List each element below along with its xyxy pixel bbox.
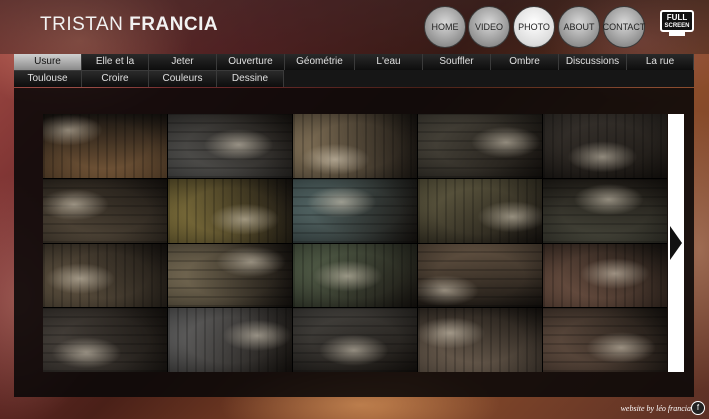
photo-thumbnail[interactable] xyxy=(543,114,667,178)
thumbnail-vignette xyxy=(43,114,167,178)
thumbnail-vignette xyxy=(168,243,292,308)
thumbnail-vignette xyxy=(43,243,167,308)
thumbnail-vignette xyxy=(543,308,667,372)
photo-thumbnail[interactable] xyxy=(168,308,292,372)
category-menu: Usure Elle et la Jeter Ouverture Géométr… xyxy=(14,54,694,87)
menu-item-usure[interactable]: Usure xyxy=(14,54,82,70)
nav-home-button[interactable]: HOME xyxy=(424,6,466,48)
f-logo-icon[interactable]: f xyxy=(691,401,705,415)
photo-thumbnail[interactable] xyxy=(418,243,542,308)
menu-item-toulouse[interactable]: Toulouse xyxy=(14,71,82,87)
fullscreen-label-top: FULL xyxy=(666,13,688,22)
photo-thumbnail[interactable] xyxy=(293,243,417,308)
menu-item-geometrie[interactable]: Géométrie xyxy=(285,54,355,70)
logo-first-name: TRISTAN xyxy=(40,14,124,35)
thumbnail-vignette xyxy=(543,243,667,308)
monitor-stand-icon xyxy=(669,32,685,36)
photo-thumbnail[interactable] xyxy=(418,308,542,372)
thumbnail-vignette xyxy=(293,178,417,243)
photo-thumbnail[interactable] xyxy=(543,308,667,372)
photo-thumbnail[interactable] xyxy=(43,243,167,308)
photo-thumbnail[interactable] xyxy=(418,114,542,178)
photo-thumbnail[interactable] xyxy=(43,178,167,243)
menu-item-elle-et-la[interactable]: Elle et la xyxy=(82,54,149,70)
menu-row-1: Usure Elle et la Jeter Ouverture Géométr… xyxy=(14,54,694,70)
thumbnail-vignette xyxy=(168,308,292,372)
menu-item-jeter[interactable]: Jeter xyxy=(149,54,217,70)
thumbnail-vignette xyxy=(418,178,542,243)
menu-item-souffler[interactable]: Souffler xyxy=(423,54,491,70)
thumbnail-vignette xyxy=(293,114,417,178)
nav-video-button[interactable]: VIDEO xyxy=(468,6,510,48)
header-bar: TRISTAN FRANCIA HOME VIDEO PHOTO ABOUT C… xyxy=(0,0,709,54)
photo-thumbnail[interactable] xyxy=(418,178,542,243)
fullscreen-button[interactable]: FULL SCREEN xyxy=(660,10,694,32)
menu-item-croire[interactable]: Croire xyxy=(82,71,149,87)
nav-photo-button[interactable]: PHOTO xyxy=(513,6,555,48)
thumbnail-vignette xyxy=(168,178,292,243)
thumbnail-vignette xyxy=(418,308,542,372)
menu-row-2: Toulouse Croire Couleurs Dessine xyxy=(14,70,284,87)
thumbnail-vignette xyxy=(418,243,542,308)
thumbnail-vignette xyxy=(293,308,417,372)
menu-item-couleurs[interactable]: Couleurs xyxy=(149,71,217,87)
thumbnail-vignette xyxy=(418,114,542,178)
photo-thumbnail[interactable] xyxy=(543,178,667,243)
menu-item-leau[interactable]: L'eau xyxy=(355,54,423,70)
thumbnail-vignette xyxy=(43,178,167,243)
menu-item-ombre[interactable]: Ombre xyxy=(491,54,559,70)
photo-thumbnail[interactable] xyxy=(168,178,292,243)
photo-thumbnail[interactable] xyxy=(43,114,167,178)
thumbnail-vignette xyxy=(543,114,667,178)
photo-thumbnail[interactable] xyxy=(43,308,167,372)
menu-item-la-rue[interactable]: La rue xyxy=(627,54,694,70)
thumbnail-vignette xyxy=(43,308,167,372)
thumbnail-vignette xyxy=(168,114,292,178)
photo-gallery-grid xyxy=(43,114,667,372)
site-logo[interactable]: TRISTAN FRANCIA xyxy=(40,14,218,36)
fullscreen-label-bottom: SCREEN xyxy=(664,23,690,29)
menu-item-discussions[interactable]: Discussions xyxy=(559,54,627,70)
nav-contact-button[interactable]: CONTACT xyxy=(603,6,645,48)
next-page-arrow-icon[interactable] xyxy=(668,114,684,372)
logo-last-name: FRANCIA xyxy=(129,14,219,35)
thumbnail-vignette xyxy=(543,178,667,243)
menu-item-dessine[interactable]: Dessine xyxy=(217,71,284,87)
photo-thumbnail[interactable] xyxy=(543,243,667,308)
menu-item-ouverture[interactable]: Ouverture xyxy=(217,54,285,70)
thumbnail-vignette xyxy=(293,243,417,308)
photo-thumbnail[interactable] xyxy=(293,308,417,372)
photo-thumbnail[interactable] xyxy=(168,243,292,308)
credit-text[interactable]: website by léo francia xyxy=(621,404,691,413)
photo-thumbnail[interactable] xyxy=(168,114,292,178)
nav-about-button[interactable]: ABOUT xyxy=(558,6,600,48)
photo-thumbnail[interactable] xyxy=(293,114,417,178)
photo-thumbnail[interactable] xyxy=(293,178,417,243)
